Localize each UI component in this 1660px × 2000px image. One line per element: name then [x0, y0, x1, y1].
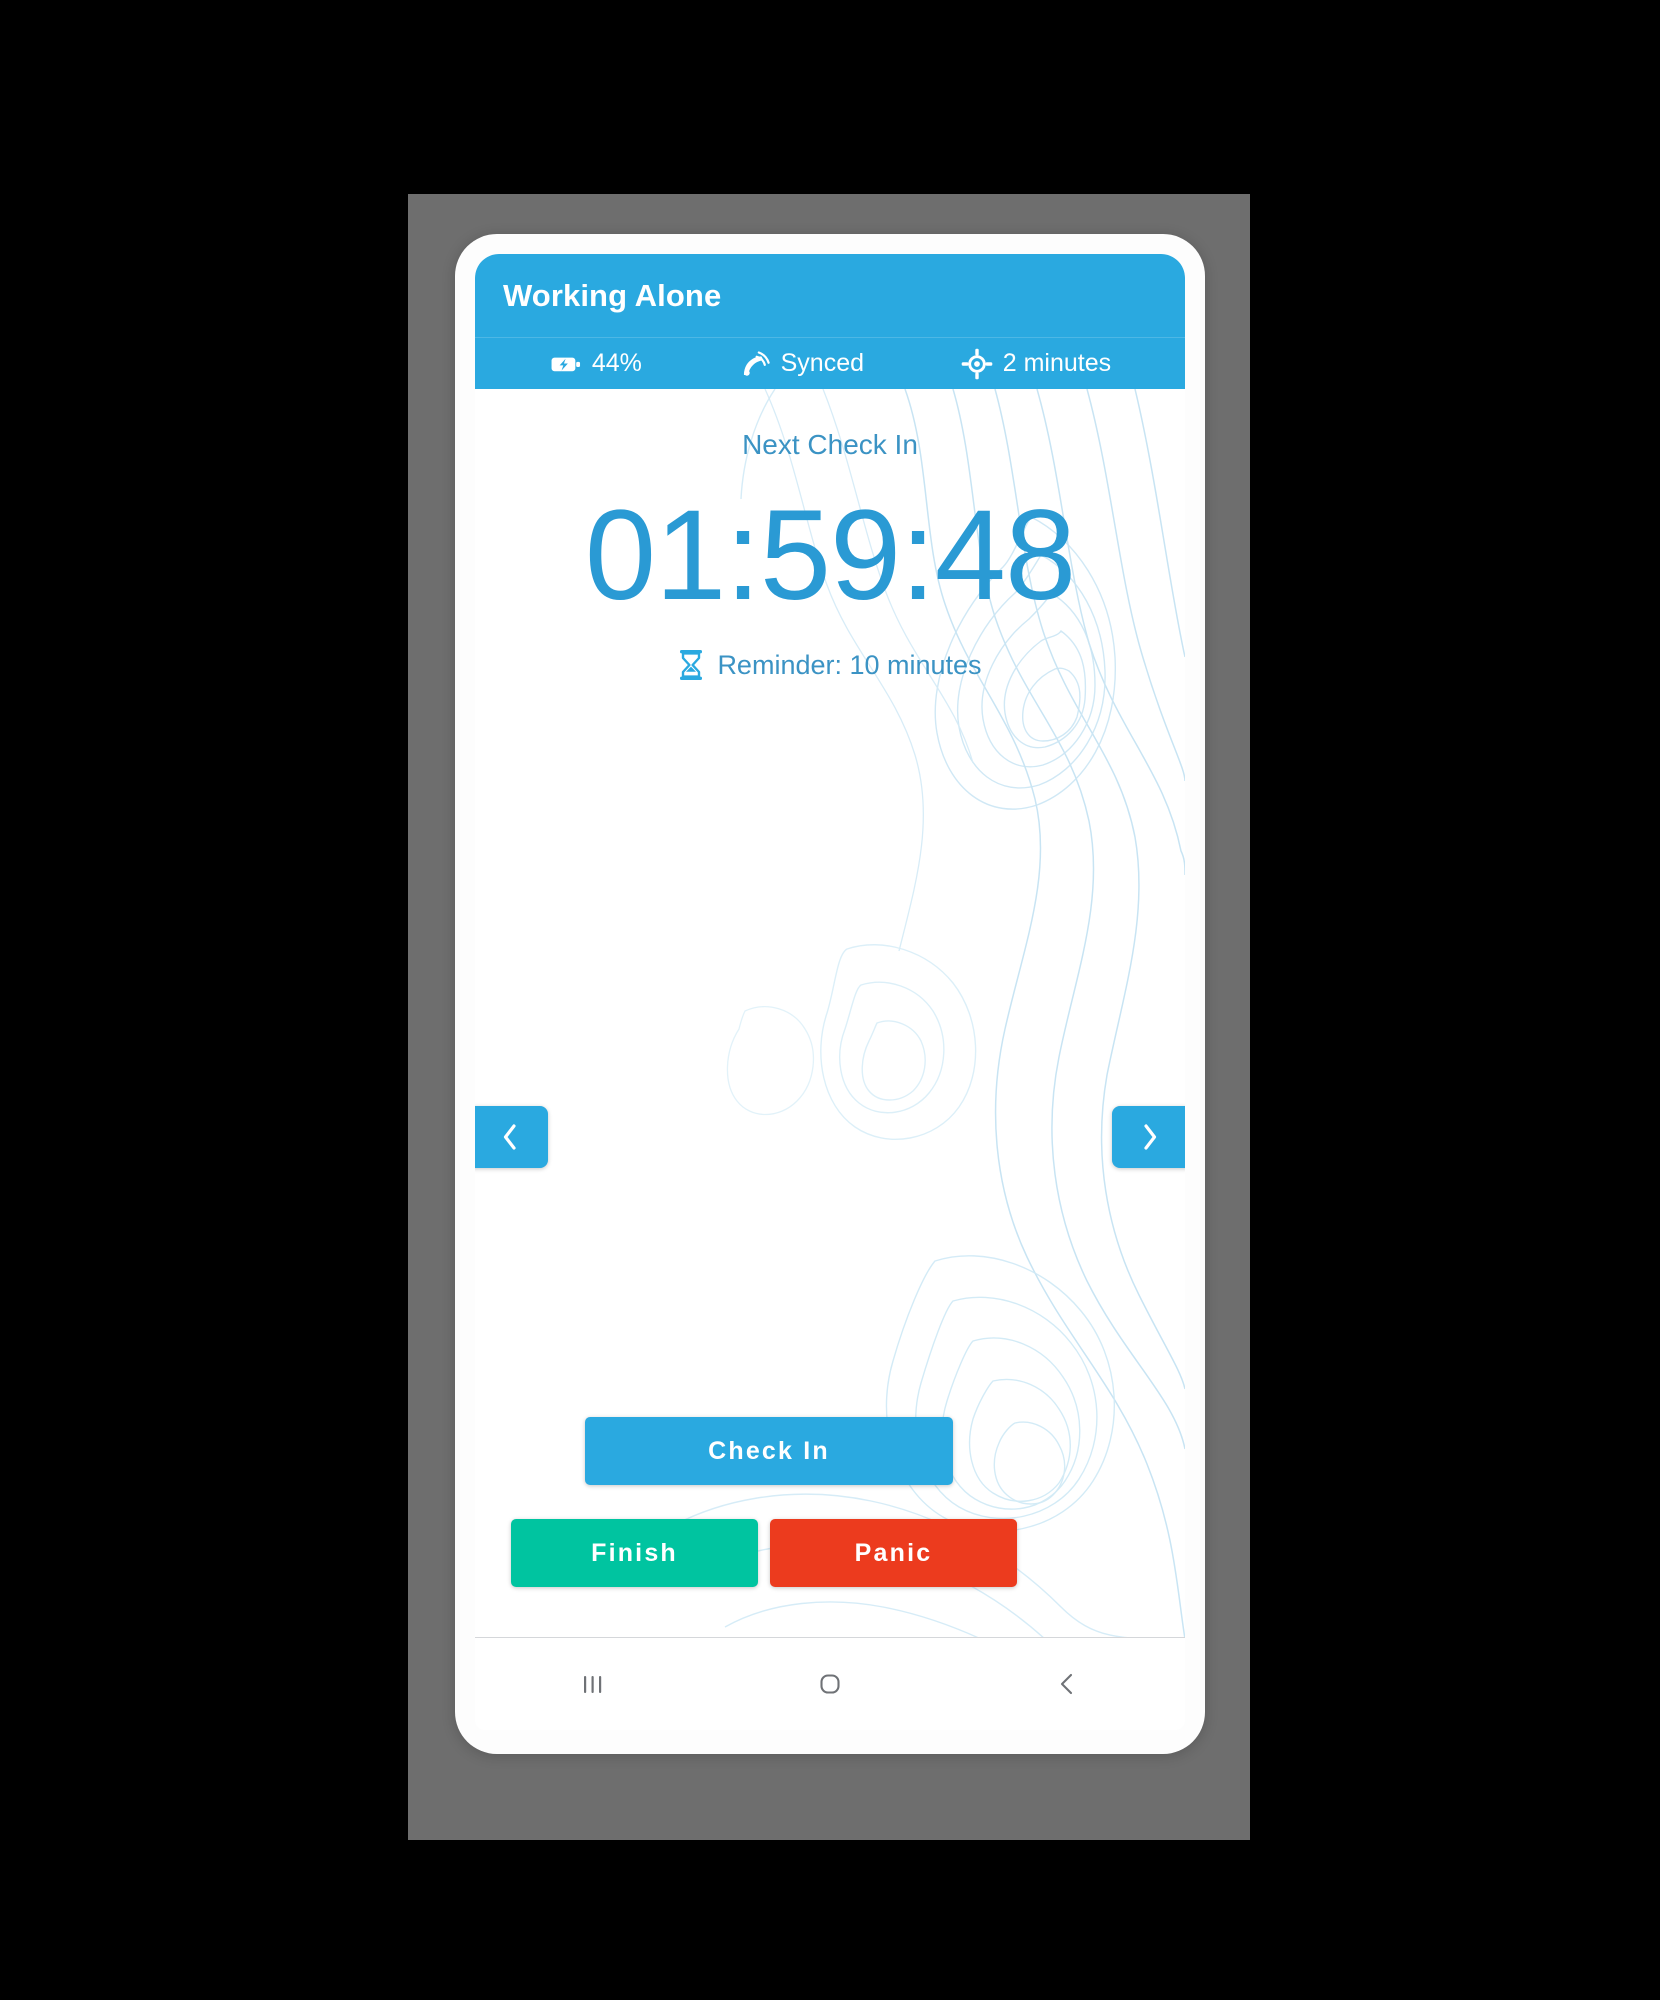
home-button[interactable] [770, 1638, 890, 1730]
status-sync-label: Synced [780, 349, 865, 377]
check-in-button[interactable]: Check In [585, 1417, 953, 1485]
main-content: Next Check In 01:59:48 Reminder: 10 minu… [475, 389, 1185, 1599]
status-location-label: 2 minutes [1002, 349, 1112, 377]
finish-button[interactable]: Finish [511, 1519, 758, 1587]
chevron-right-icon [1144, 1124, 1157, 1150]
status-item-sync: Synced [738, 347, 864, 381]
back-button[interactable] [1007, 1638, 1127, 1730]
page-title: Working Alone [503, 277, 722, 313]
countdown-timer: 01:59:48 [584, 484, 1076, 627]
back-chevron-icon [1060, 1673, 1072, 1695]
status-battery-label: 44% [591, 349, 642, 377]
status-item-location: 2 minutes [960, 347, 1111, 381]
recents-bars-icon [584, 1676, 602, 1693]
next-check-in-label: Next Check In [742, 429, 918, 460]
battery-charging-icon [551, 357, 580, 371]
reminder-label: Reminder: 10 minutes [717, 649, 982, 680]
home-square-icon [820, 1674, 840, 1694]
recents-button[interactable] [533, 1638, 653, 1730]
reminder-row: Reminder: 10 minutes [475, 649, 1185, 681]
status-item-battery: 44% [549, 347, 642, 381]
panic-button[interactable]: Panic [770, 1519, 1017, 1587]
gps-crosshair-icon [961, 348, 993, 379]
status-strip: 44% Synced 2 minutes [475, 337, 1185, 389]
chevron-left-icon [503, 1124, 516, 1150]
app-header: Working Alone [475, 254, 1185, 337]
satellite-dish-icon [743, 350, 770, 376]
hourglass-icon [680, 650, 703, 680]
next-card-button[interactable] [1112, 1106, 1185, 1168]
page-root: Working Alone 44% Synced 2 minutes Next … [0, 0, 1660, 2000]
phone-screen: Working Alone 44% Synced 2 minutes Next … [475, 254, 1185, 1730]
previous-card-button[interactable] [475, 1106, 548, 1168]
android-navigation-bar [475, 1637, 1185, 1730]
